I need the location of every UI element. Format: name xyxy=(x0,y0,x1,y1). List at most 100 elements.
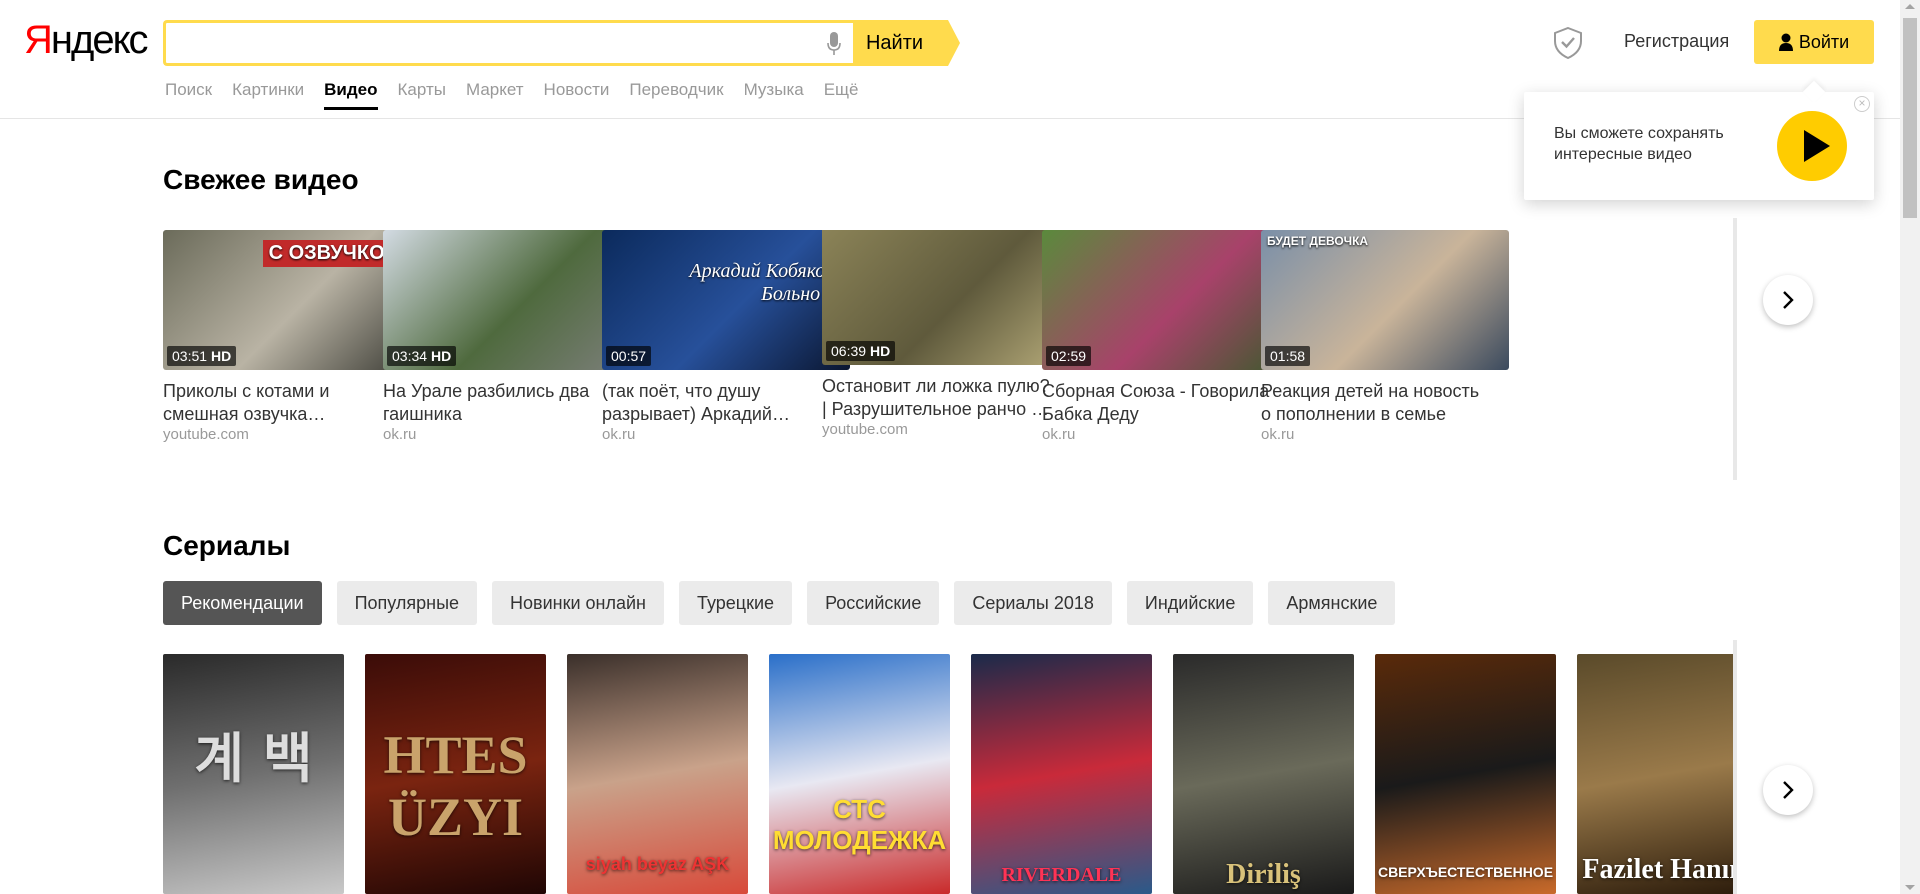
nav-item[interactable]: Музыка xyxy=(744,80,804,110)
search-button-arrow xyxy=(948,20,960,66)
hd-badge: HD xyxy=(870,343,891,359)
play-icon[interactable] xyxy=(1777,111,1847,181)
microphone-icon[interactable] xyxy=(827,32,841,56)
video-card[interactable]: 06:39 HD Остановит ли ложка пулю? | Разруш… xyxy=(822,230,1070,438)
video-title[interactable]: Реакция детей на новость о пополнении в … xyxy=(1261,380,1509,426)
series-poster[interactable]: Diriliş xyxy=(1173,654,1354,894)
series-poster[interactable]: 계 백 xyxy=(163,654,344,894)
duration-time: 03:51 xyxy=(172,348,208,364)
logo-rest: ндекс xyxy=(50,18,149,62)
series-next-button[interactable] xyxy=(1763,765,1813,815)
duration-time: 06:39 xyxy=(831,343,867,359)
login-button[interactable]: Войти xyxy=(1754,20,1874,64)
fresh-next-button[interactable] xyxy=(1763,275,1813,325)
video-duration: 02:59 xyxy=(1046,346,1092,366)
search-form: Найти xyxy=(163,20,960,66)
series-tabs: Рекомендации Популярные Новинки онлайн Туре… xyxy=(163,581,1396,625)
video-card[interactable]: 02:59 Сборная Союза - Говорила Бабка Деду… xyxy=(1042,230,1290,443)
login-label: Войти xyxy=(1798,31,1850,52)
search-button[interactable]: Найти xyxy=(853,20,948,66)
duration-time: 00:57 xyxy=(611,348,647,364)
series-poster[interactable]: СТС МОЛОДЕЖКА xyxy=(769,654,950,894)
poster-title: СТС МОЛОДЕЖКА xyxy=(772,794,947,855)
poster-title: HTES ÜZYI xyxy=(383,725,528,847)
series-poster[interactable]: HTES ÜZYI xyxy=(365,654,546,894)
poster-title: СВЕРХЪЕСТЕСТВЕННОЕ xyxy=(1377,864,1554,880)
video-card[interactable]: Аркадий Кобяков · Больно ка 00:57 (так поё… xyxy=(602,230,850,443)
video-title[interactable]: Остановит ли ложка пулю? | Разрушительно… xyxy=(822,375,1070,421)
video-card[interactable]: 03:34 HD На Урале разбились два гаишника ok… xyxy=(383,230,631,443)
video-thumbnail[interactable]: 02:59 xyxy=(1042,230,1290,370)
video-title[interactable]: На Урале разбились два гаишника xyxy=(383,380,631,426)
shield-icon[interactable] xyxy=(1553,27,1583,59)
series-tab[interactable]: Российские xyxy=(807,581,940,625)
logo-first-letter: Я xyxy=(24,18,53,62)
series-poster[interactable]: RIVERDALE xyxy=(971,654,1152,894)
scroll-down-arrow-icon[interactable] xyxy=(1905,885,1915,890)
nav-item[interactable]: Картинки xyxy=(232,80,304,110)
video-title[interactable]: (так поёт, что душу разрывает) Аркадий… xyxy=(602,380,850,426)
poster-title: siyah beyaz AŞK xyxy=(585,854,730,874)
series-tab[interactable]: Сериалы 2018 xyxy=(954,581,1112,625)
series-poster[interactable]: siyah beyaz AŞK xyxy=(567,654,748,894)
chevron-right-icon xyxy=(1783,781,1794,799)
video-host: ok.ru xyxy=(383,426,417,443)
duration-time: 03:34 xyxy=(392,348,428,364)
video-card[interactable]: БУДЕТ ДЕВОЧКА 01:58 Реакция детей на новос… xyxy=(1261,230,1509,443)
nav-item[interactable]: Переводчик xyxy=(629,80,723,110)
video-host: youtube.com xyxy=(163,426,249,443)
poster-title: 계 백 xyxy=(194,726,313,790)
series-tab[interactable]: Индийские xyxy=(1126,581,1254,625)
video-thumbnail[interactable]: С ОЗВУЧКОЙ 03:51 HD xyxy=(163,230,411,370)
nav-item[interactable]: Ещё xyxy=(824,80,859,110)
video-host: ok.ru xyxy=(1042,426,1076,443)
register-link[interactable]: Регистрация xyxy=(1624,31,1729,52)
popup-close-icon[interactable]: × xyxy=(1854,96,1870,112)
video-title[interactable]: Сборная Союза - Говорила Бабка Деду xyxy=(1042,380,1290,426)
series-tab[interactable]: Новинки онлайн xyxy=(492,581,664,625)
chevron-right-icon xyxy=(1783,291,1794,309)
poster-title: Diriliş xyxy=(1226,859,1301,890)
page-scrollbar[interactable] xyxy=(1900,0,1920,894)
scroll-up-arrow-icon[interactable] xyxy=(1905,4,1915,9)
poster-title: RIVERDALE xyxy=(1001,864,1122,886)
video-thumbnail[interactable]: Аркадий Кобяков · Больно ка 00:57 xyxy=(602,230,850,370)
search-input[interactable] xyxy=(176,23,816,63)
video-thumbnail[interactable]: БУДЕТ ДЕВОЧКА 01:58 xyxy=(1261,230,1509,370)
nav-item[interactable]: Маркет xyxy=(466,80,524,110)
series-poster[interactable]: Fazilet Hanım xyxy=(1577,654,1737,894)
save-videos-popup: Вы сможете сохранять интересные видео × xyxy=(1524,92,1874,200)
series-tab[interactable]: Популярные xyxy=(336,581,478,625)
series-title: Сериалы xyxy=(163,530,291,561)
video-host: ok.ru xyxy=(602,426,636,443)
nav-item[interactable]: Поиск xyxy=(165,80,212,110)
video-thumbnail[interactable]: 06:39 HD xyxy=(822,230,1070,365)
user-icon xyxy=(1778,33,1793,51)
video-card[interactable]: С ОЗВУЧКОЙ 03:51 HD Приколы с котами и смеш… xyxy=(163,230,411,443)
video-host: youtube.com xyxy=(822,421,908,438)
series-tab[interactable]: Армянские xyxy=(1268,581,1396,625)
fresh-videos-carousel: С ОЗВУЧКОЙ 03:51 HD Приколы с котами и смеш… xyxy=(163,230,1737,480)
nav-item[interactable]: Карты xyxy=(398,80,446,110)
duration-time: 01:58 xyxy=(1270,348,1306,364)
video-host: ok.ru xyxy=(1261,426,1295,443)
series-carousel: 계 백 HTES ÜZYI siyah beyaz AŞK СТС МОЛОДЕЖКА… xyxy=(163,654,1737,894)
fresh-videos-title: Свежее видео xyxy=(163,164,359,195)
video-duration: 03:34 HD xyxy=(387,346,457,366)
thumbnail-caption: БУДЕТ ДЕВОЧКА xyxy=(1267,234,1369,248)
video-duration: 00:57 xyxy=(606,346,652,366)
video-title[interactable]: Приколы с котами и смешная озвучка… xyxy=(163,380,411,426)
video-duration: 01:58 xyxy=(1265,346,1311,366)
series-poster[interactable]: СВЕРХЪЕСТЕСТВЕННОЕ xyxy=(1375,654,1556,894)
series-tab[interactable]: Рекомендации xyxy=(163,581,322,625)
yandex-logo[interactable]: Яндекс xyxy=(24,18,149,63)
service-nav: Поиск Картинки Видео Карты Маркет Новости Пере… xyxy=(165,80,879,110)
nav-item[interactable]: Видео xyxy=(324,80,378,110)
video-thumbnail[interactable]: 03:34 HD xyxy=(383,230,631,370)
series-tab[interactable]: Турецкие xyxy=(679,581,793,625)
popup-text: Вы сможете сохранять интересные видео xyxy=(1554,125,1724,163)
carousel-edge xyxy=(1733,218,1737,480)
scroll-thumb[interactable] xyxy=(1903,18,1917,218)
thumbnail-caption: Аркадий Кобяков · Больно ка xyxy=(689,260,844,305)
nav-item[interactable]: Новости xyxy=(544,80,610,110)
